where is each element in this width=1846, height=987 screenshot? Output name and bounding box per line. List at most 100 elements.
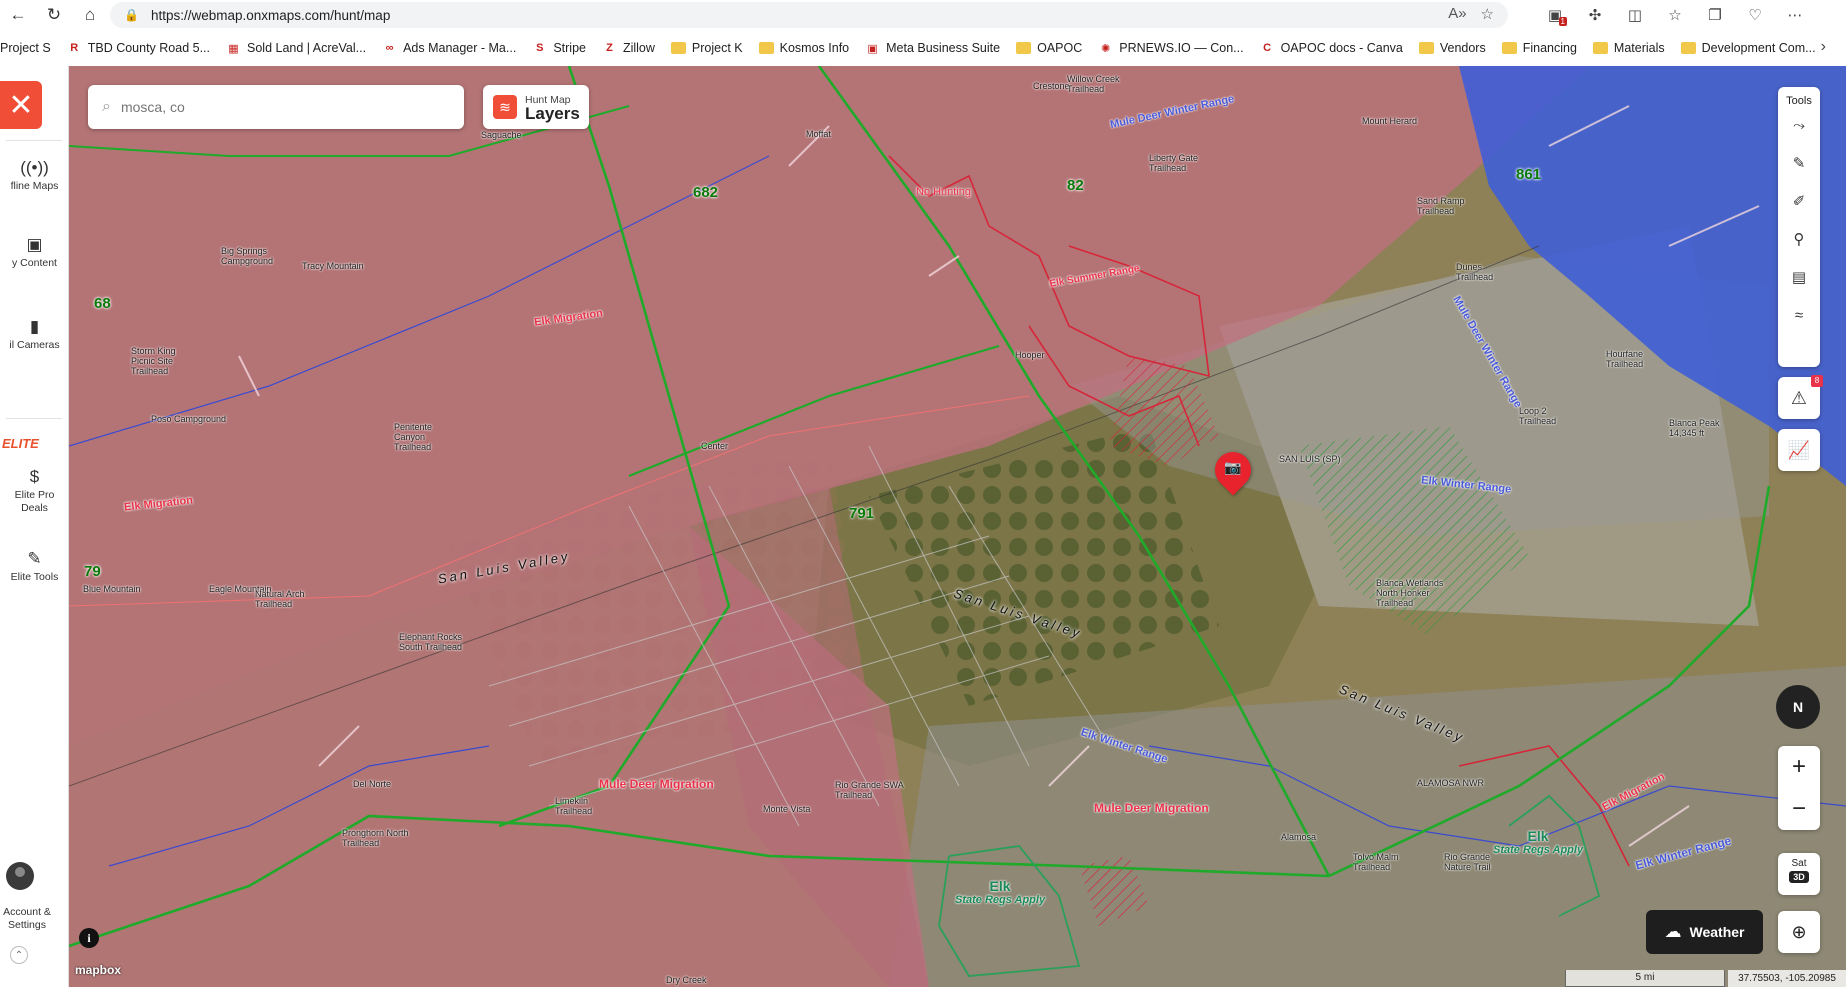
bookmark-item[interactable]: ▣ Meta Business Suite [865, 41, 1000, 55]
place-label: Center [701, 441, 729, 451]
browser-toolbar: ← ↻ ⌂ 🔒 https://webmap.onxmaps.com/hunt/… [0, 0, 1846, 30]
route-icon[interactable]: ⤳ [1778, 107, 1820, 145]
place-label: Poso Campground [151, 414, 227, 424]
folder-icon [758, 42, 774, 54]
bookmark-favicon-icon: R [70, 42, 79, 54]
place-label: ALAMOSA NWR [1417, 778, 1485, 788]
waypoint-icon[interactable]: ⚲ [1778, 221, 1820, 259]
split-screen-icon[interactable]: ◫ [1620, 0, 1650, 30]
elite-badge: ELITE [2, 436, 39, 451]
bookmark-favicon-icon: ▦ [228, 42, 239, 55]
bookmark-item[interactable]: Project S [0, 41, 51, 55]
sidebar-item-offline-maps[interactable]: ((•)) fline Maps [0, 158, 69, 193]
place-label: Tolvo Malm Trailhead [1353, 852, 1399, 872]
place-label: Natural Arch Trailhead [255, 589, 305, 609]
note-icon[interactable]: ▤ [1778, 259, 1820, 297]
read-aloud-icon[interactable]: A» [1448, 5, 1466, 23]
bookmark-item[interactable]: C OAPOC docs - Canva [1260, 41, 1403, 55]
draw-line-icon[interactable]: ✎ [1778, 145, 1820, 183]
scale-bar: 5 mi [1565, 970, 1725, 987]
unit-label: 682 [693, 184, 719, 201]
search-input[interactable] [120, 99, 421, 115]
home-icon[interactable]: ⌂ [72, 0, 108, 30]
more-options-icon[interactable]: ⋯ [1780, 0, 1810, 30]
bookmark-item[interactable]: Development Com... [1680, 41, 1816, 55]
search-box[interactable]: ⌕ [88, 85, 464, 129]
wind-icon[interactable]: ≈ [1778, 297, 1820, 335]
sidebar-item-my-content[interactable]: ▣ y Content [0, 236, 69, 270]
place-label: Limekiln Trailhead [555, 796, 593, 816]
alerts-button[interactable]: ⚠ 8 [1778, 375, 1823, 419]
extension-red-icon[interactable]: ▣ 1 [1540, 0, 1570, 30]
bookmark-item[interactable]: ▦ Sold Land | AcreVal... [226, 41, 366, 55]
extension-icons: ▣ 1 ✣ ◫ ☆ ❐ ♡ ⋯ [1540, 0, 1810, 30]
bookmark-item[interactable]: Financing [1501, 41, 1577, 55]
bookmark-item[interactable]: Kosmos Info [758, 41, 849, 55]
unit-label: 79 [84, 563, 101, 580]
elite-tools-icon: ✎ [27, 549, 42, 568]
bookmark-item[interactable]: ✺ PRNEWS.IO — Con... [1098, 41, 1243, 55]
cloud-icon: ☁ [1664, 922, 1682, 941]
extensions-puzzle-icon[interactable]: ✣ [1580, 0, 1610, 30]
bookmarks-more-chevron-icon[interactable]: › [1821, 38, 1826, 56]
onx-logo-close-icon[interactable]: ✕ [0, 81, 42, 129]
bookmark-favicon-icon: Z [606, 42, 613, 54]
mule-deer-migration-label: Mule Deer Migration [599, 777, 714, 791]
browser-essentials-icon[interactable]: ♡ [1740, 0, 1770, 30]
bookmark-item[interactable]: S Stripe [532, 41, 586, 55]
no-hunting-label: No Hunting [916, 186, 972, 198]
place-label: Big Springs Campground [221, 246, 274, 266]
bookmark-item[interactable]: R TBD County Road 5... [67, 41, 210, 55]
alert-badge: 8 [1811, 375, 1823, 387]
place-label: Blue Mountain [83, 584, 141, 594]
bookmark-favicon-icon: ∞ [385, 42, 394, 54]
offline-maps-icon: ((•)) [20, 158, 49, 177]
place-label: Monte Vista [763, 804, 811, 814]
analytics-button[interactable]: 📈 [1778, 429, 1820, 471]
place-label: Dry Creek [666, 975, 707, 985]
place-label: Mount Herard [1362, 116, 1418, 126]
locate-icon[interactable]: ⊕ [1778, 911, 1820, 953]
compass-icon[interactable]: N [1776, 685, 1820, 729]
folder-icon [1418, 42, 1434, 54]
sidebar-item-trail-cameras[interactable]: ▮ il Cameras [0, 318, 69, 352]
folder-icon [1592, 42, 1608, 54]
info-icon[interactable]: i [79, 928, 99, 948]
bookmark-item[interactable]: ∞ Ads Manager - Ma... [382, 41, 517, 55]
account-avatar[interactable] [6, 862, 34, 890]
sidebar-item-elite-pro-deals[interactable]: $ Elite Pro Deals [0, 468, 69, 515]
weather-button[interactable]: ☁ Weather [1646, 910, 1763, 954]
bookmark-item[interactable]: Vendors [1418, 41, 1486, 55]
bookmark-item[interactable]: OAPOC [1016, 41, 1082, 55]
refresh-icon[interactable]: ↻ [36, 0, 72, 30]
layers-button[interactable]: ≋ Hunt Map Layers [483, 85, 589, 129]
place-label: Tracy Mountain [302, 261, 364, 271]
back-icon[interactable]: ← [0, 0, 36, 30]
sidebar-divider [6, 140, 62, 141]
collapse-chevron-icon[interactable]: ⌃ [10, 946, 28, 964]
sidebar-item-elite-tools[interactable]: ✎ Elite Tools [0, 549, 69, 584]
sidebar-item-account-settings[interactable]: Account & Settings [0, 906, 54, 932]
sat-label: Sat [1791, 858, 1807, 869]
favorite-star-icon[interactable]: ☆ [1481, 5, 1494, 23]
bookmark-item[interactable]: Project K [670, 41, 743, 55]
place-label: Blanca Peak 14,345 ft [1669, 418, 1720, 438]
favorites-icon[interactable]: ☆ [1660, 0, 1690, 30]
address-bar[interactable]: 🔒 https://webmap.onxmaps.com/hunt/map A»… [110, 2, 1508, 28]
zoom-in-button[interactable]: + [1778, 746, 1820, 788]
zoom-out-button[interactable]: − [1778, 788, 1820, 830]
mapbox-attribution[interactable]: mapbox [75, 963, 121, 977]
collections-icon[interactable]: ❐ [1700, 0, 1730, 30]
place-label: Hourfane Trailhead [1606, 349, 1644, 369]
place-label: Sand Ramp Trailhead [1417, 196, 1465, 216]
bookmark-item[interactable]: Materials [1592, 41, 1665, 55]
sidebar-divider [6, 418, 62, 419]
bookmark-item[interactable]: Z Zillow [602, 41, 655, 55]
draw-shape-icon[interactable]: ✐ [1778, 183, 1820, 221]
place-label: Penitente Canyon Trailhead [394, 422, 433, 452]
url-text[interactable]: https://webmap.onxmaps.com/hunt/map [151, 8, 390, 23]
basemap-toggle[interactable]: Sat 3D [1778, 853, 1820, 895]
camera-icon: 📷 [1224, 459, 1242, 475]
tools-title: Tools [1786, 95, 1812, 107]
map-canvas[interactable]: 682 82 861 68 791 79 Saguache Moffat Cre… [69, 66, 1846, 987]
